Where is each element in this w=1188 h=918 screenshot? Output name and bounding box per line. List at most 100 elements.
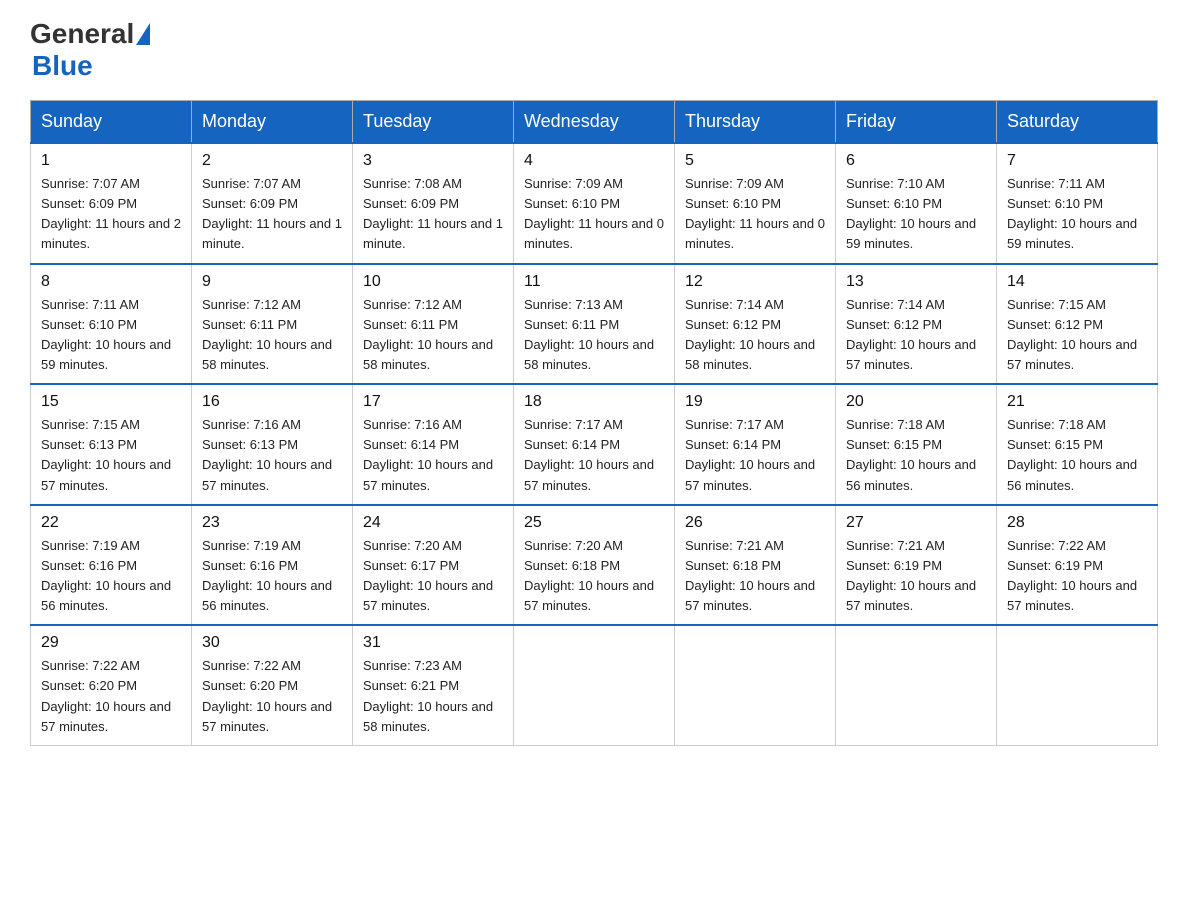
day-info: Sunrise: 7:13 AMSunset: 6:11 PMDaylight:… — [524, 295, 664, 376]
day-number: 25 — [524, 514, 664, 532]
logo-general-text: General — [30, 20, 134, 48]
day-info: Sunrise: 7:18 AMSunset: 6:15 PMDaylight:… — [1007, 415, 1147, 496]
calendar-cell — [514, 625, 675, 745]
calendar-cell: 24Sunrise: 7:20 AMSunset: 6:17 PMDayligh… — [353, 505, 514, 626]
page-header: General Blue — [30, 20, 1158, 82]
day-info: Sunrise: 7:22 AMSunset: 6:19 PMDaylight:… — [1007, 536, 1147, 617]
calendar-cell: 28 Sunrise: 7:22 AMSunset: 6:19 PMDayligh… — [997, 505, 1158, 626]
day-info: Sunrise: 7:21 AMSunset: 6:18 PMDaylight:… — [685, 536, 825, 617]
day-number: 10 — [363, 273, 503, 291]
calendar-cell: 19 Sunrise: 7:17 AMSunset: 6:14 PMDayligh… — [675, 384, 836, 505]
day-info: Sunrise: 7:08 AMSunset: 6:09 PMDaylight:… — [363, 174, 503, 255]
day-number: 4 — [524, 152, 664, 170]
day-number: 22 — [41, 514, 181, 532]
day-info: Sunrise: 7:22 AMSunset: 6:20 PMDaylight:… — [202, 656, 342, 737]
day-info: Sunrise: 7:21 AMSunset: 6:19 PMDaylight:… — [846, 536, 986, 617]
day-number: 27 — [846, 514, 986, 532]
week-row-1: 1 Sunrise: 7:07 AMSunset: 6:09 PMDaylight… — [31, 143, 1158, 264]
day-number: 3 — [363, 152, 503, 170]
calendar-cell: 12Sunrise: 7:14 AMSunset: 6:12 PMDayligh… — [675, 264, 836, 385]
day-number: 28 — [1007, 514, 1147, 532]
day-info: Sunrise: 7:07 AMSunset: 6:09 PMDaylight:… — [202, 174, 342, 255]
day-info: Sunrise: 7:16 AMSunset: 6:13 PMDaylight:… — [202, 415, 342, 496]
calendar-cell: 23 Sunrise: 7:19 AMSunset: 6:16 PMDayligh… — [192, 505, 353, 626]
day-info: Sunrise: 7:23 AMSunset: 6:21 PMDaylight:… — [363, 656, 503, 737]
day-info: Sunrise: 7:17 AMSunset: 6:14 PMDaylight:… — [524, 415, 664, 496]
day-number: 14 — [1007, 273, 1147, 291]
calendar-cell: 5 Sunrise: 7:09 AMSunset: 6:10 PMDaylight… — [675, 143, 836, 264]
day-info: Sunrise: 7:11 AMSunset: 6:10 PMDaylight:… — [1007, 174, 1147, 255]
logo-triangle-icon — [136, 23, 150, 45]
calendar-cell: 10 Sunrise: 7:12 AMSunset: 6:11 PMDayligh… — [353, 264, 514, 385]
weekday-header-tuesday: Tuesday — [353, 101, 514, 144]
calendar-cell: 25 Sunrise: 7:20 AMSunset: 6:18 PMDayligh… — [514, 505, 675, 626]
day-number: 23 — [202, 514, 342, 532]
day-number: 2 — [202, 152, 342, 170]
day-number: 26 — [685, 514, 825, 532]
calendar-cell: 9Sunrise: 7:12 AMSunset: 6:11 PMDaylight… — [192, 264, 353, 385]
calendar-cell: 22Sunrise: 7:19 AMSunset: 6:16 PMDayligh… — [31, 505, 192, 626]
week-row-3: 15Sunrise: 7:15 AMSunset: 6:13 PMDayligh… — [31, 384, 1158, 505]
calendar-cell: 8 Sunrise: 7:11 AMSunset: 6:10 PMDaylight… — [31, 264, 192, 385]
day-number: 7 — [1007, 152, 1147, 170]
day-info: Sunrise: 7:15 AMSunset: 6:12 PMDaylight:… — [1007, 295, 1147, 376]
calendar-cell: 17Sunrise: 7:16 AMSunset: 6:14 PMDayligh… — [353, 384, 514, 505]
day-number: 9 — [202, 273, 342, 291]
day-info: Sunrise: 7:07 AMSunset: 6:09 PMDaylight:… — [41, 174, 181, 255]
calendar-cell: 26 Sunrise: 7:21 AMSunset: 6:18 PMDayligh… — [675, 505, 836, 626]
day-info: Sunrise: 7:11 AMSunset: 6:10 PMDaylight:… — [41, 295, 181, 376]
calendar-cell: 20Sunrise: 7:18 AMSunset: 6:15 PMDayligh… — [836, 384, 997, 505]
calendar-cell: 2 Sunrise: 7:07 AMSunset: 6:09 PMDaylight… — [192, 143, 353, 264]
day-number: 19 — [685, 393, 825, 411]
calendar-cell: 16 Sunrise: 7:16 AMSunset: 6:13 PMDayligh… — [192, 384, 353, 505]
weekday-header-saturday: Saturday — [997, 101, 1158, 144]
day-number: 8 — [41, 273, 181, 291]
day-number: 31 — [363, 634, 503, 652]
day-info: Sunrise: 7:20 AMSunset: 6:18 PMDaylight:… — [524, 536, 664, 617]
day-number: 5 — [685, 152, 825, 170]
calendar-cell — [675, 625, 836, 745]
day-number: 15 — [41, 393, 181, 411]
day-info: Sunrise: 7:22 AMSunset: 6:20 PMDaylight:… — [41, 656, 181, 737]
calendar-cell: 14 Sunrise: 7:15 AMSunset: 6:12 PMDayligh… — [997, 264, 1158, 385]
weekday-header-monday: Monday — [192, 101, 353, 144]
day-info: Sunrise: 7:17 AMSunset: 6:14 PMDaylight:… — [685, 415, 825, 496]
calendar-cell: 15Sunrise: 7:15 AMSunset: 6:13 PMDayligh… — [31, 384, 192, 505]
calendar-cell: 1 Sunrise: 7:07 AMSunset: 6:09 PMDaylight… — [31, 143, 192, 264]
calendar-table: SundayMondayTuesdayWednesdayThursdayFrid… — [30, 100, 1158, 746]
day-number: 18 — [524, 393, 664, 411]
day-number: 20 — [846, 393, 986, 411]
weekday-header-thursday: Thursday — [675, 101, 836, 144]
calendar-cell: 7 Sunrise: 7:11 AMSunset: 6:10 PMDaylight… — [997, 143, 1158, 264]
week-row-2: 8 Sunrise: 7:11 AMSunset: 6:10 PMDaylight… — [31, 264, 1158, 385]
weekday-header-sunday: Sunday — [31, 101, 192, 144]
day-number: 21 — [1007, 393, 1147, 411]
calendar-cell: 18 Sunrise: 7:17 AMSunset: 6:14 PMDayligh… — [514, 384, 675, 505]
calendar-cell: 13 Sunrise: 7:14 AMSunset: 6:12 PMDayligh… — [836, 264, 997, 385]
day-number: 6 — [846, 152, 986, 170]
day-info: Sunrise: 7:10 AMSunset: 6:10 PMDaylight:… — [846, 174, 986, 255]
day-info: Sunrise: 7:12 AMSunset: 6:11 PMDaylight:… — [363, 295, 503, 376]
calendar-cell: 6 Sunrise: 7:10 AMSunset: 6:10 PMDaylight… — [836, 143, 997, 264]
calendar-cell: 30 Sunrise: 7:22 AMSunset: 6:20 PMDayligh… — [192, 625, 353, 745]
day-number: 30 — [202, 634, 342, 652]
day-number: 1 — [41, 152, 181, 170]
day-number: 13 — [846, 273, 986, 291]
week-row-4: 22 Sunrise: 7:19 AMSunset: 6:16 PMDayligh… — [31, 505, 1158, 626]
logo-blue-text: Blue — [32, 50, 93, 81]
calendar-cell: 31 Sunrise: 7:23 AMSunset: 6:21 PMDayligh… — [353, 625, 514, 745]
day-number: 24 — [363, 514, 503, 532]
calendar-cell — [836, 625, 997, 745]
calendar-cell: 21 Sunrise: 7:18 AMSunset: 6:15 PMDayligh… — [997, 384, 1158, 505]
day-info: Sunrise: 7:09 AMSunset: 6:10 PMDaylight:… — [685, 174, 825, 255]
day-info: Sunrise: 7:19 AMSunset: 6:16 PMDaylight:… — [202, 536, 342, 617]
day-number: 12 — [685, 273, 825, 291]
day-number: 16 — [202, 393, 342, 411]
week-row-5: 29 Sunrise: 7:22 AMSunset: 6:20 PMDayligh… — [31, 625, 1158, 745]
day-number: 29 — [41, 634, 181, 652]
calendar-cell: 3 Sunrise: 7:08 AMSunset: 6:09 PMDaylight… — [353, 143, 514, 264]
weekday-header-row: SundayMondayTuesdayWednesdayThursdayFrid… — [31, 101, 1158, 144]
day-info: Sunrise: 7:14 AMSunset: 6:12 PMDaylight:… — [846, 295, 986, 376]
day-info: Sunrise: 7:16 AMSunset: 6:14 PMDaylight:… — [363, 415, 503, 496]
calendar-cell: 4Sunrise: 7:09 AMSunset: 6:10 PMDaylight… — [514, 143, 675, 264]
